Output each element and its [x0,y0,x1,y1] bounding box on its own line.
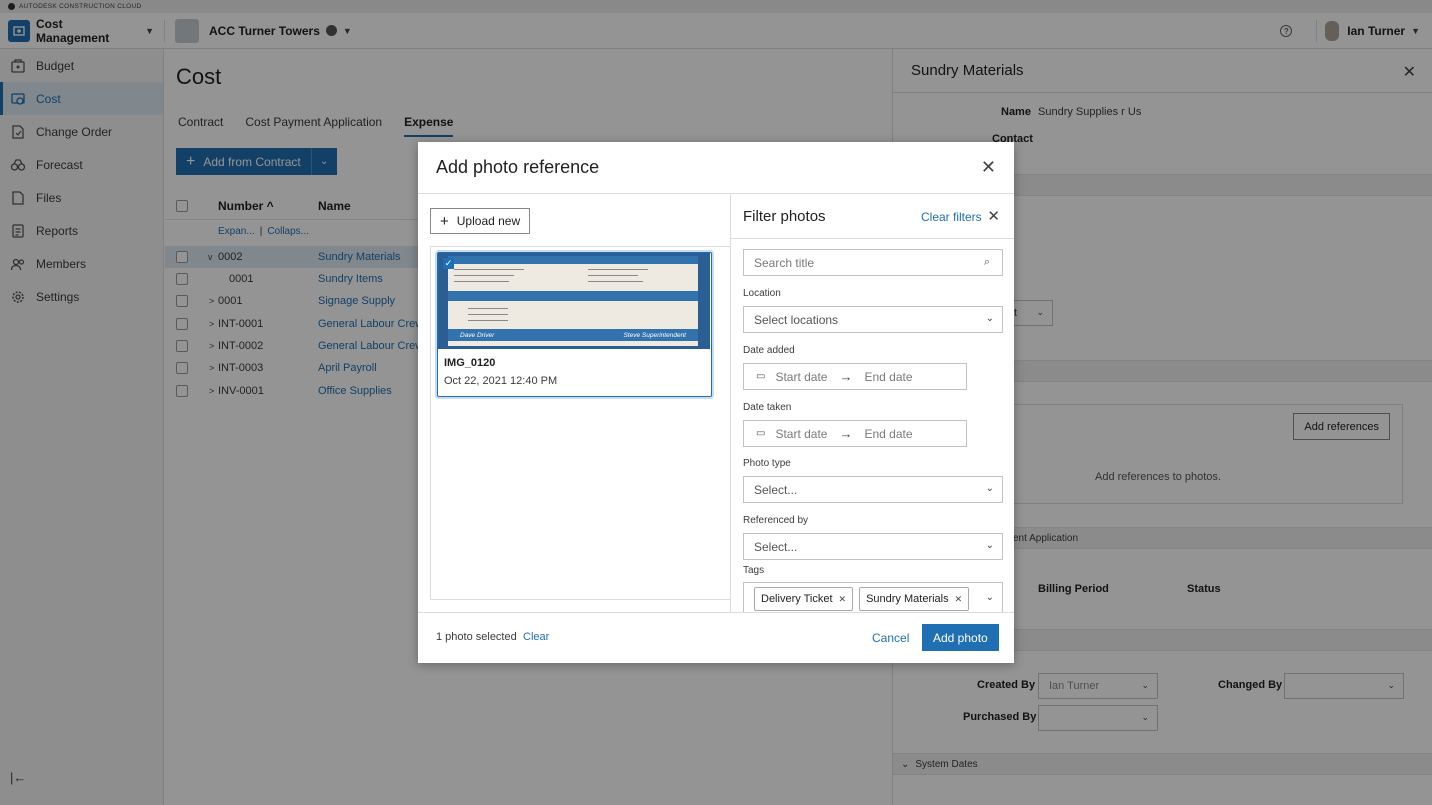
photo-checkbox[interactable]: ✓ [443,258,454,269]
ticket-line [588,281,643,282]
close-filter-icon[interactable]: ✕ [987,207,1000,225]
photo-date: Oct 22, 2021 12:40 PM [444,375,558,387]
tags-select[interactable]: Delivery Ticket ✕ Sundry Materials ✕ ⌄ [743,582,1003,612]
clear-filters-link[interactable]: Clear filters [921,210,982,224]
date-taken-range[interactable]: ▭ Start date → End date [743,420,967,447]
calendar-icon: ▭ [756,428,766,439]
tags-label: Tags [743,565,765,576]
chevron-down-icon[interactable]: ⌄ [986,592,994,603]
photo-type-label: Photo type [743,458,791,469]
location-placeholder: Select locations [754,312,839,327]
ticket-line [588,269,648,270]
photo-gallery: Dave Driver Steve Superintendent ✓ IMG_0… [430,246,730,600]
photo-gallery-pane: + Upload new Dave Driver Steve Superinte… [430,194,730,612]
tag-chip: Sundry Materials ✕ [859,587,970,611]
search-title-input[interactable]: Search title ⌕ [743,249,1003,276]
photo-thumbnail: Dave Driver Steve Superintendent [438,253,710,349]
dialog-footer: 1 photo selected Clear Cancel Add photo [418,612,1014,663]
search-placeholder: Search title [754,255,815,270]
ticket-line [454,269,524,270]
location-select[interactable]: Select locations ⌄ [743,306,1003,333]
ticket-line [468,320,508,321]
end-date-input[interactable]: End date [864,370,912,384]
chevron-down-icon: ⌄ [985,483,994,494]
signature-band: Dave Driver Steve Superintendent [448,329,698,341]
signature-superintendent: Steve Superintendent [623,331,686,339]
calendar-icon: ▭ [756,371,766,382]
photo-type-placeholder: Select... [754,482,798,497]
chevron-down-icon: ⌄ [985,313,994,324]
remove-tag-icon[interactable]: ✕ [955,594,963,605]
tag-chip-label: Delivery Ticket [761,593,833,605]
tag-chip-label: Sundry Materials [866,593,949,605]
close-icon[interactable]: ✕ [981,157,996,178]
date-added-range[interactable]: ▭ Start date → End date [743,363,967,390]
referenced-by-label: Referenced by [743,515,809,526]
filter-title: Filter photos [743,208,826,225]
start-date-input[interactable]: Start date [775,370,827,384]
referenced-by-placeholder: Select... [754,539,798,554]
ticket-band [448,291,698,301]
ticket-band [448,256,698,264]
chevron-down-icon: ⌄ [985,540,994,551]
photo-type-select[interactable]: Select... ⌄ [743,476,1003,503]
add-photo-button[interactable]: Add photo [922,624,999,651]
photo-title: IMG_0120 [444,357,496,369]
date-added-label: Date added [743,345,795,356]
arrow-right-icon: → [839,426,853,441]
referenced-by-select[interactable]: Select... ⌄ [743,533,1003,560]
dialog-title: Add photo reference [418,142,1014,194]
selected-count: 1 photo selected [436,631,517,643]
filter-photos-pane: Filter photos Clear filters ✕ Search tit… [730,194,1014,612]
start-date-input[interactable]: Start date [775,427,827,441]
ticket-line [588,275,638,276]
signature-driver: Dave Driver [460,331,495,339]
ticket-line [468,308,508,309]
clear-selection-link[interactable]: Clear [523,631,549,643]
divider [731,238,1014,239]
location-label: Location [743,288,781,299]
ticket-line [454,275,514,276]
plus-icon: + [440,212,449,230]
upload-new-button[interactable]: + Upload new [430,208,531,234]
ticket-line [454,281,509,282]
upload-new-label: Upload new [456,214,521,228]
end-date-input[interactable]: End date [864,427,912,441]
cancel-button[interactable]: Cancel [872,631,909,645]
ticket-line [468,314,508,315]
add-photo-reference-dialog: Add photo reference ✕ + Upload new Dave … [418,142,1014,663]
tag-chip: Delivery Ticket ✕ [754,587,854,611]
photo-card[interactable]: Dave Driver Steve Superintendent ✓ IMG_0… [437,252,712,397]
remove-tag-icon[interactable]: ✕ [839,594,847,605]
search-icon: ⌕ [983,256,990,268]
arrow-right-icon: → [839,369,853,384]
date-taken-label: Date taken [743,402,792,413]
